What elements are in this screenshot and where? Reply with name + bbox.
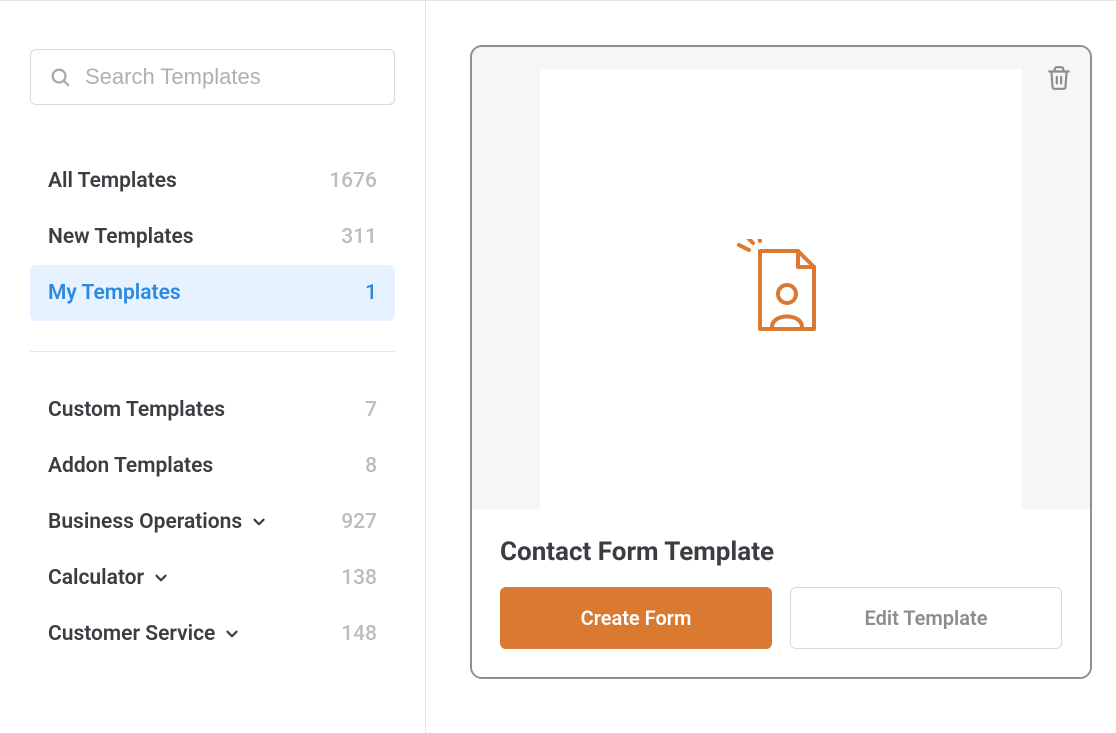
filter-list-categories: Custom Templates 7 Addon Templates 8 Bus…: [30, 382, 395, 662]
template-card: Contact Form Template Create Form Edit T…: [470, 45, 1092, 679]
sidebar-item-count: 1676: [329, 169, 377, 193]
sidebar-item-count: 311: [341, 225, 377, 249]
sidebar-item-count: 8: [365, 454, 377, 478]
sidebar-item-count: 138: [341, 566, 377, 590]
sidebar-item-label: Customer Service: [48, 622, 215, 646]
sidebar-item-label: All Templates: [48, 169, 177, 193]
edit-template-button[interactable]: Edit Template: [790, 587, 1062, 649]
sidebar-item-addon-templates[interactable]: Addon Templates 8: [30, 438, 395, 494]
template-title: Contact Form Template: [500, 537, 1062, 567]
sidebar-item-calculator[interactable]: Calculator 138: [30, 550, 395, 606]
search-input[interactable]: [85, 64, 376, 90]
chevron-down-icon: [223, 625, 241, 643]
chevron-down-icon: [250, 513, 268, 531]
filter-list-primary: All Templates 1676 New Templates 311 My …: [30, 153, 395, 321]
search-input-wrapper[interactable]: [30, 49, 395, 105]
contact-form-icon: [736, 239, 826, 339]
sidebar-divider: [30, 351, 395, 352]
template-actions: Create Form Edit Template: [500, 587, 1062, 649]
sidebar-item-label: My Templates: [48, 281, 181, 305]
trash-icon[interactable]: [1046, 65, 1072, 91]
chevron-down-icon: [152, 569, 170, 587]
sidebar-item-business-operations[interactable]: Business Operations 927: [30, 494, 395, 550]
sidebar-item-customer-service[interactable]: Customer Service 148: [30, 606, 395, 662]
sidebar-item-my-templates[interactable]: My Templates 1: [30, 265, 395, 321]
sidebar-item-count: 927: [341, 510, 377, 534]
sidebar-item-count: 148: [341, 622, 377, 646]
sidebar: All Templates 1676 New Templates 311 My …: [0, 1, 426, 733]
create-form-button[interactable]: Create Form: [500, 587, 772, 649]
sidebar-item-count: 7: [365, 398, 377, 422]
sidebar-item-label: Addon Templates: [48, 454, 213, 478]
content: Contact Form Template Create Form Edit T…: [426, 1, 1116, 733]
template-card-footer: Contact Form Template Create Form Edit T…: [472, 509, 1090, 677]
sidebar-item-all-templates[interactable]: All Templates 1676: [30, 153, 395, 209]
sidebar-item-label: Calculator: [48, 566, 144, 590]
search-icon: [49, 66, 71, 88]
template-preview-inner: [540, 69, 1022, 509]
sidebar-item-new-templates[interactable]: New Templates 311: [30, 209, 395, 265]
sidebar-item-custom-templates[interactable]: Custom Templates 7: [30, 382, 395, 438]
sidebar-item-label: Business Operations: [48, 510, 242, 534]
template-preview: [472, 47, 1090, 509]
sidebar-item-count: 1: [365, 281, 377, 305]
sidebar-item-label: Custom Templates: [48, 398, 225, 422]
sidebar-item-label: New Templates: [48, 225, 194, 249]
